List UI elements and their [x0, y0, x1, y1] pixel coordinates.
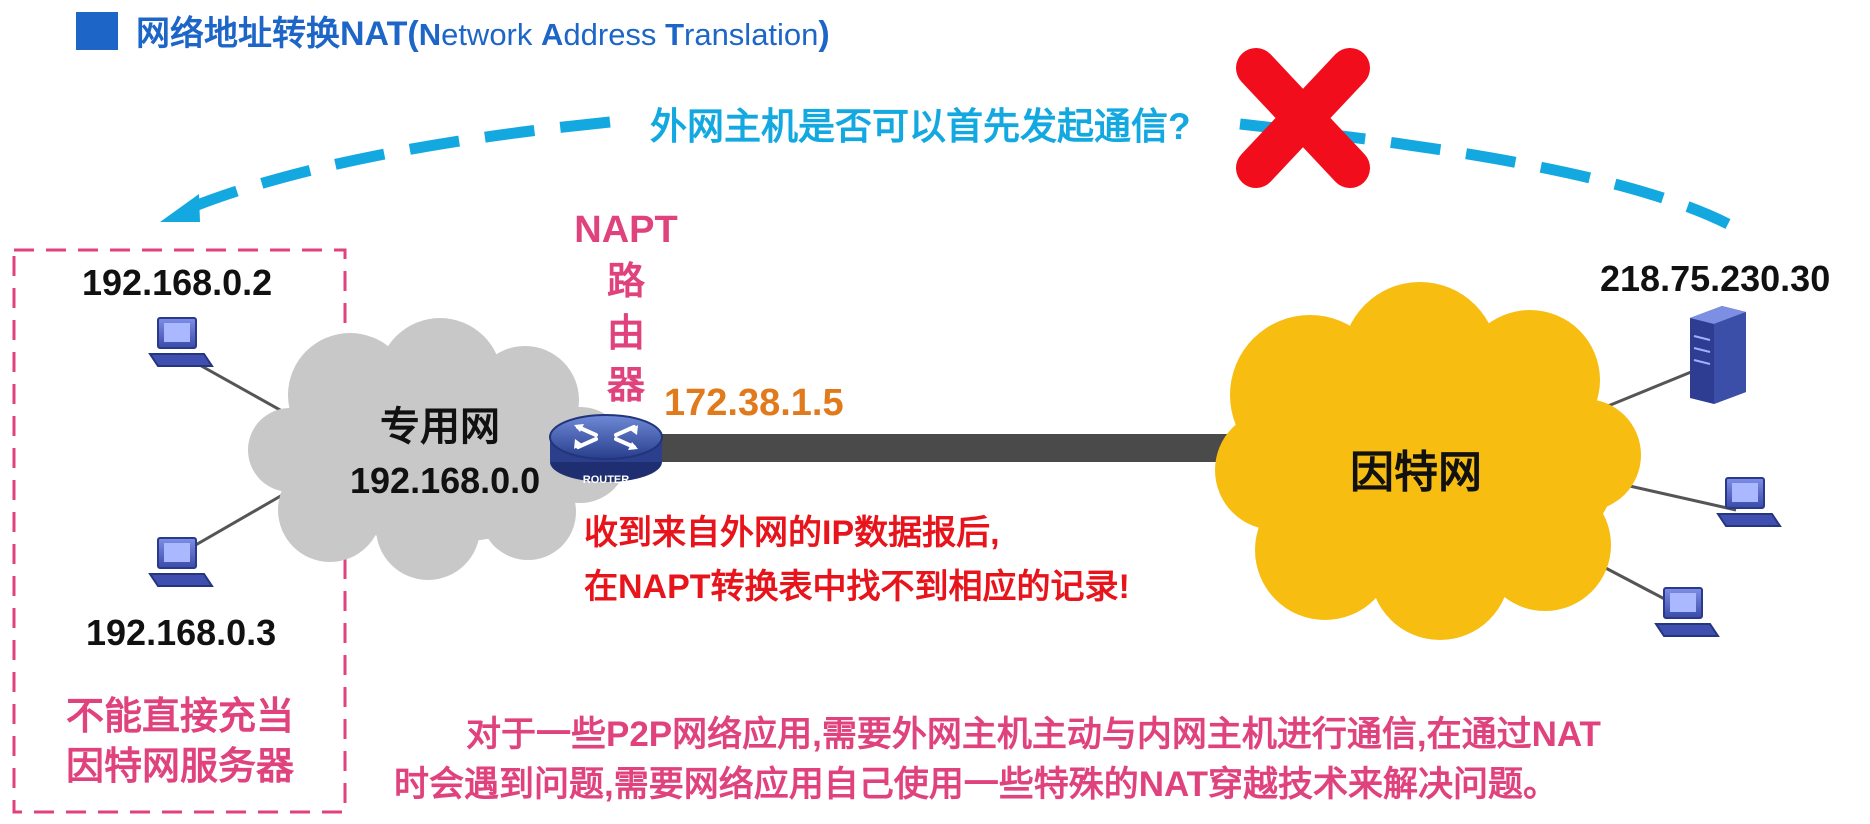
pc-icon-internet1: [1716, 477, 1782, 527]
link-server: [1607, 368, 1697, 408]
host1-ip: 192.168.0.2: [82, 262, 273, 303]
svg-text:ROUTER: ROUTER: [583, 474, 630, 486]
arrow-head-icon: [160, 194, 200, 222]
private-network-address: 192.168.0.0: [350, 460, 541, 501]
pc-icon-internet2: [1654, 587, 1720, 637]
question-label: 外网主机是否可以首先发起通信?: [650, 106, 1191, 147]
error-message: 收到来自外网的IP数据报后, 在NAPT转换表中找不到相应的记录!: [584, 514, 1130, 606]
pc-icon-host1: [148, 317, 214, 367]
router-public-ip: 172.38.1.5: [664, 382, 844, 424]
pc-icon-host2: [148, 537, 214, 587]
server-icon: [1690, 306, 1746, 404]
server-ip: 218.75.230.30: [1600, 258, 1831, 299]
red-cross-icon: [1236, 48, 1370, 188]
wan-link: [640, 434, 1270, 462]
private-note: 不能直接充当 因特网服务器: [65, 696, 294, 788]
internet-name: 因特网: [1350, 448, 1482, 497]
bottom-note: 对于一些P2P网络应用,需要外网主机主动与内网主机进行通信,在通过NAT 时会遇…: [394, 715, 1601, 804]
host2-ip: 192.168.0.3: [86, 612, 277, 653]
private-network-name: 专用网: [380, 405, 500, 449]
router-label: NAPT 路 由 器: [574, 209, 678, 407]
router-icon: ROUTER: [549, 414, 663, 486]
